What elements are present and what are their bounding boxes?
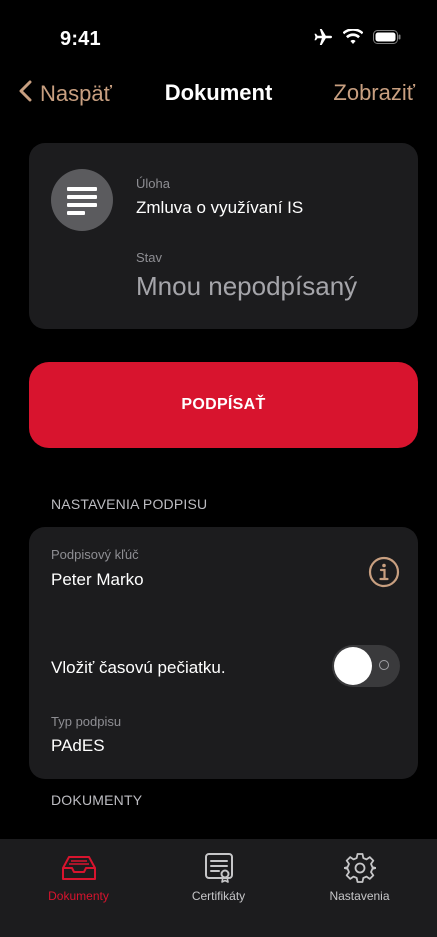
- tab-certificates[interactable]: Certifikáty: [146, 839, 291, 903]
- signature-type-value[interactable]: PAdES: [51, 736, 105, 756]
- signature-settings-card: Podpisový kľúč Peter Marko Vložiť časovú…: [29, 527, 418, 779]
- tab-documents-label: Dokumenty: [48, 889, 109, 903]
- tab-documents[interactable]: Dokumenty: [6, 839, 151, 903]
- tab-bar: Dokumenty Certifikáty Nastavenia: [0, 839, 437, 937]
- task-value: Zmluva o využívaní IS: [136, 198, 304, 217]
- info-icon[interactable]: [368, 556, 400, 593]
- toggle-off-indicator-icon: [379, 660, 389, 670]
- inbox-tray-icon: [61, 852, 97, 884]
- signature-settings-header: NASTAVENIA PODPISU: [51, 496, 208, 512]
- task-label: Úloha: [136, 176, 170, 191]
- tab-settings-label: Nastavenia: [329, 889, 390, 903]
- status-icons: [313, 28, 401, 51]
- toggle-knob: [334, 647, 372, 685]
- wifi-icon: [342, 28, 364, 50]
- gear-icon: [343, 852, 376, 884]
- documents-header: DOKUMENTY: [51, 792, 143, 808]
- signing-key-value[interactable]: Peter Marko: [51, 570, 144, 590]
- timestamp-toggle[interactable]: [332, 645, 400, 687]
- signature-type-label: Typ podpisu: [51, 714, 122, 729]
- document-lines-icon: [51, 169, 113, 231]
- timestamp-label: Vložiť časovú pečiatku.: [51, 658, 226, 677]
- status-time: 9:41: [60, 28, 101, 50]
- tab-settings[interactable]: Nastavenia: [287, 839, 432, 903]
- airplane-icon: [313, 28, 333, 51]
- battery-icon: [373, 30, 401, 49]
- state-label: Stav: [136, 250, 163, 265]
- document-card: Úloha Zmluva o využívaní IS Stav Mnou ne…: [29, 143, 418, 329]
- sign-button[interactable]: PODPÍSAŤ: [29, 362, 418, 448]
- view-button[interactable]: Zobraziť: [333, 80, 415, 106]
- certificate-icon: [204, 852, 234, 884]
- tab-certificates-label: Certifikáty: [191, 889, 246, 903]
- signing-key-label: Podpisový kľúč: [51, 547, 139, 562]
- state-value: Mnou nepodpísaný: [136, 271, 358, 301]
